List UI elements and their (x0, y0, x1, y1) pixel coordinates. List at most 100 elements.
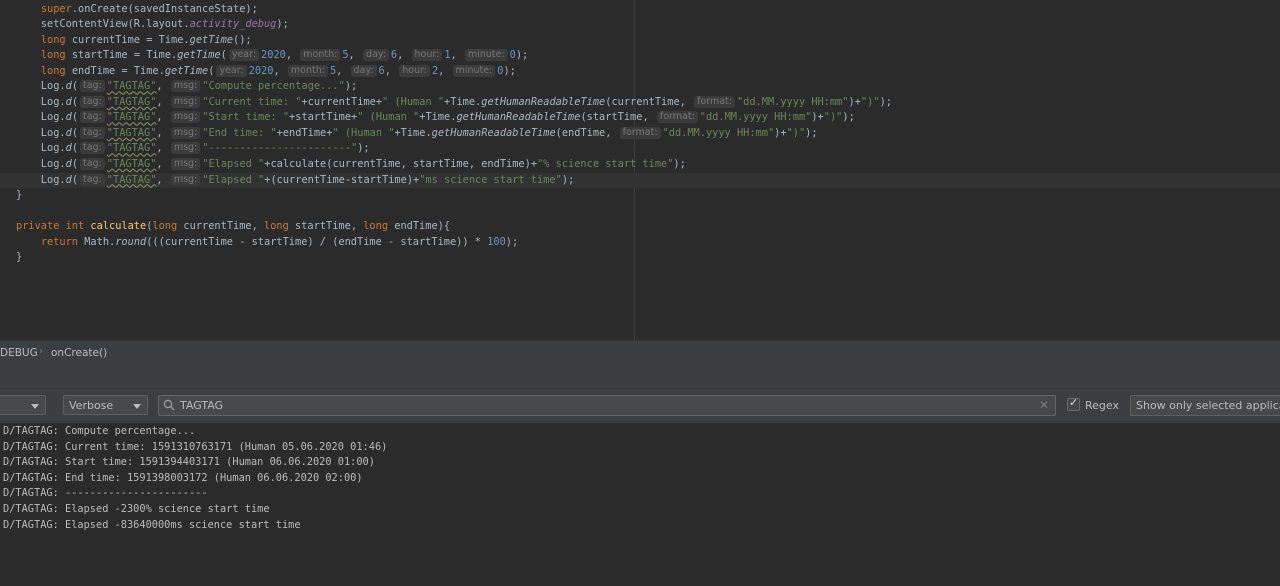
app-filter-value: Show only selected application (1136, 399, 1280, 412)
code-token: , (156, 158, 169, 170)
code-line: long startTime = Time.getTime(year: 2020,… (0, 48, 1280, 64)
code-line-content: return Math.round(((currentTime - startT… (16, 235, 518, 251)
parameter-hint: year: (216, 64, 247, 77)
code-line-content: super.onCreate(savedInstanceState); (16, 2, 258, 18)
logcat-header (0, 366, 1280, 389)
code-line-content: long currentTime = Time.getTime(); (16, 33, 252, 49)
code-token: getTime (189, 33, 234, 46)
code-token: "dd.MM.yyyy HH:mm" (662, 126, 775, 139)
parameter-hint: minute: (464, 49, 508, 62)
code-token: " (Human " (382, 95, 445, 108)
parameter-hint: format: (656, 111, 698, 124)
code-line: setContentView(R.layout.activity_debug); (0, 17, 1280, 33)
code-token: +calculate(currentTime, startTime, endTi… (264, 158, 538, 170)
code-token: ")" (860, 95, 880, 108)
close-icon[interactable]: ✕ (1039, 398, 1049, 412)
code-token: ); (276, 18, 289, 31)
logcat-output[interactable]: D/TAGTAG: Compute percentage... D/TAGTAG… (0, 424, 1280, 586)
code-token: Log. (16, 80, 66, 93)
code-token: (endTime, (555, 126, 618, 139)
code-token: "-----------------------" (202, 142, 358, 155)
code-token: ( (220, 49, 227, 62)
code-line: } (0, 188, 1280, 204)
code-token: ); (842, 111, 855, 124)
code-token: ( (71, 95, 79, 108)
parameter-hint: tag: (80, 173, 105, 186)
code-editor[interactable]: super.onCreate(savedInstanceState); setC… (0, 0, 1280, 340)
device-dropdown[interactable] (0, 395, 46, 415)
parameter-hint: month: (287, 64, 328, 77)
code-token: "% science start time" (537, 158, 674, 170)
code-token: activity_debug (189, 18, 277, 31)
code-line-content: Log.d(tag: "TAGTAG", msg: "Elapsed "+(curr… (16, 173, 574, 189)
code-token: 2020 (261, 49, 286, 62)
parameter-hint: msg: (170, 80, 201, 93)
parameter-hint: tag: (80, 111, 105, 124)
code-token: ( (71, 111, 79, 124)
parameter-hint: format: (619, 126, 661, 139)
parameter-hint: month: (300, 49, 341, 62)
code-line-content: } (16, 250, 22, 266)
code-token: ); (673, 158, 686, 170)
code-token: +startTime+ (289, 111, 358, 124)
logcat-search-input[interactable]: TAGTAG ✕ (158, 395, 1056, 416)
code-token: "TAGTAG" (106, 142, 157, 155)
code-token: )+ (774, 126, 787, 139)
code-token: Log. (16, 111, 66, 124)
log-line: D/TAGTAG: Start time: 1591394403171 (Hum… (3, 456, 375, 469)
code-token: , (384, 64, 398, 77)
log-line: D/TAGTAG: Elapsed -2300% science start t… (3, 503, 270, 515)
log-line: D/TAGTAG: Elapsed -83640000ms science st… (3, 518, 301, 531)
code-token: , (156, 142, 169, 155)
code-token: Log. (16, 173, 66, 186)
code-token: ( (71, 158, 79, 170)
code-token: ); (879, 95, 892, 108)
code-line: return Math.round(((currentTime - startT… (0, 235, 1280, 251)
code-token: ); (357, 142, 370, 155)
code-line-content: private int calculate(long currentTime, … (16, 219, 450, 235)
chevron-down-icon (133, 404, 141, 409)
code-token: } (16, 251, 23, 264)
regex-checkbox[interactable]: ✓ (1067, 396, 1080, 411)
code-token: "Elapsed " (202, 158, 265, 170)
log-line: D/TAGTAG: ----------------------- (3, 487, 208, 500)
log-level-dropdown[interactable]: Verbose (63, 395, 148, 415)
parameter-hint: format: (694, 95, 735, 108)
code-token: "Compute percentage..." (202, 80, 345, 93)
code-line-content: Log.d(tag: "TAGTAG", msg: "Start time: "+s… (16, 110, 855, 126)
code-token: setContentView(R.layout. (16, 18, 190, 31)
code-token: ")" (823, 111, 843, 124)
code-token: "Current time: " (202, 95, 302, 108)
code-token: startTime, (288, 220, 364, 233)
code-line: Log.d(tag: "TAGTAG", msg: "Elapsed "+calcu… (0, 157, 1280, 173)
code-token: endTime){ (388, 220, 451, 233)
code-token: ); (515, 49, 529, 62)
code-token: super (40, 2, 72, 15)
code-token: ( (71, 126, 79, 139)
log-line: D/TAGTAG: End time: 1591398003172 (Human… (3, 471, 363, 484)
code-token: )+ (811, 111, 824, 124)
checkmark-icon: ✓ (1069, 396, 1079, 409)
breadcrumb-item-class[interactable]: DEBUG (0, 347, 38, 359)
parameter-hint: day: (362, 49, 389, 62)
code-token: (startTime, (580, 111, 655, 124)
code-line: } (0, 250, 1280, 266)
log-level-value: Verbose (69, 399, 114, 412)
code-token: (); (233, 33, 252, 46)
code-token: "TAGTAG" (106, 126, 157, 139)
parameter-hint: msg: (170, 142, 201, 155)
regex-label: Regex (1085, 399, 1119, 412)
code-line: long currentTime = Time.getTime(); (0, 33, 1280, 49)
code-token: endTime = Time. (65, 64, 165, 77)
code-token: long (40, 64, 66, 77)
parameter-hint: day: (350, 64, 377, 77)
code-token: long (363, 220, 389, 233)
code-line-content: Log.d(tag: "TAGTAG", msg: "End time: "+end… (16, 126, 818, 142)
chevron-down-icon (31, 404, 39, 409)
parameter-hint: msg: (170, 158, 201, 170)
breadcrumb: DEBUG › onCreate() (0, 340, 1280, 366)
code-token: "ms science start time" (419, 173, 562, 186)
code-token: .onCreate(savedInstanceState); (71, 2, 258, 15)
app-filter-dropdown[interactable]: Show only selected application (1130, 395, 1280, 416)
breadcrumb-item-method[interactable]: onCreate() (51, 347, 107, 359)
